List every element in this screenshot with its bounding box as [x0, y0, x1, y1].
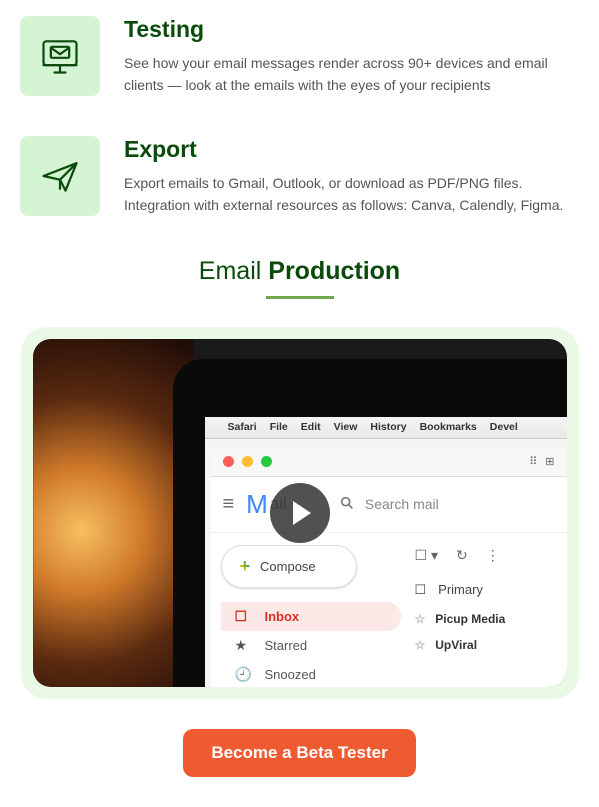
clock-icon: 🕘	[235, 666, 251, 683]
traffic-light-close-icon	[223, 456, 234, 467]
primary-tab-icon: ☐	[415, 582, 427, 598]
gmail-header: ≡ M ail Search mail	[211, 477, 567, 533]
plus-icon: +	[240, 556, 251, 577]
laptop-screen: Safari File Edit View History Bookmarks …	[205, 417, 567, 687]
inbox-icon: ☐	[235, 608, 251, 625]
section-title: Email Production	[20, 257, 579, 286]
mail-row: ☆ UpViral	[407, 632, 567, 658]
search-icon	[339, 495, 355, 514]
tabs-grid-icon: ⠿	[529, 455, 537, 468]
mail-toolbar: ☐ ▾ ↻ ⋮	[407, 543, 567, 568]
video-card[interactable]: Safari File Edit View History Bookmarks …	[21, 327, 579, 699]
star-outline-icon: ☆	[415, 638, 426, 652]
primary-tab: ☐ Primary	[407, 568, 567, 606]
sidebar-item-inbox: ☐ Inbox	[221, 602, 401, 631]
feature-testing: Testing See how your email messages rend…	[20, 16, 579, 96]
become-beta-tester-button[interactable]: Become a Beta Tester	[183, 729, 415, 777]
title-underline	[266, 296, 334, 299]
macos-menubar: Safari File Edit View History Bookmarks …	[205, 417, 567, 439]
play-button[interactable]	[270, 483, 330, 543]
menu-item: Safari	[228, 421, 257, 433]
search-box: Search mail	[339, 495, 439, 514]
gmail-sidebar: + Compose ☐ Inbox ★ Starred 🕘	[211, 533, 401, 687]
mail-row: ☆ Picup Media	[407, 606, 567, 632]
feature-description: Export emails to Gmail, Outlook, or down…	[124, 173, 579, 216]
feature-title: Testing	[124, 16, 579, 43]
menu-item: Edit	[301, 421, 321, 433]
sidebar-item-starred: ★ Starred	[221, 631, 401, 660]
traffic-light-minimize-icon	[242, 456, 253, 467]
video-bg-glow	[33, 339, 193, 687]
feature-text: Testing See how your email messages rend…	[124, 16, 579, 96]
more-icon: ⋮	[486, 547, 500, 564]
play-icon	[293, 501, 311, 525]
refresh-icon: ↻	[456, 547, 468, 564]
menu-item: Devel	[490, 421, 518, 433]
search-placeholder: Search mail	[365, 496, 439, 512]
menu-item: Bookmarks	[420, 421, 477, 433]
compose-button: + Compose	[221, 545, 357, 588]
traffic-light-zoom-icon	[261, 456, 272, 467]
testing-icon-tile	[20, 16, 100, 96]
laptop-frame: Safari File Edit View History Bookmarks …	[173, 359, 567, 687]
star-outline-icon: ☆	[415, 612, 426, 626]
feature-description: See how your email messages render acros…	[124, 53, 579, 96]
select-checkbox-icon: ☐ ▾	[415, 547, 438, 564]
star-icon: ★	[235, 637, 251, 654]
menu-item: History	[370, 421, 406, 433]
gmail-body: + Compose ☐ Inbox ★ Starred 🕘	[211, 533, 567, 687]
export-icon-tile	[20, 136, 100, 216]
hamburger-icon: ≡	[223, 493, 235, 516]
feature-export: Export Export emails to Gmail, Outlook, …	[20, 136, 579, 216]
feature-text: Export Export emails to Gmail, Outlook, …	[124, 136, 579, 216]
sidebar-item-snoozed: 🕘 Snoozed	[221, 660, 401, 687]
paper-plane-icon	[38, 154, 82, 198]
gmail-main: ☐ ▾ ↻ ⋮ ☐ Primary ☆ Picup Media	[401, 533, 567, 687]
feature-title: Export	[124, 136, 579, 163]
window-chrome: ⠿ ⊞	[211, 447, 567, 477]
window-expand-icon: ⊞	[545, 455, 554, 468]
menu-item: File	[270, 421, 288, 433]
monitor-mail-icon	[38, 34, 82, 78]
menu-item: View	[334, 421, 358, 433]
